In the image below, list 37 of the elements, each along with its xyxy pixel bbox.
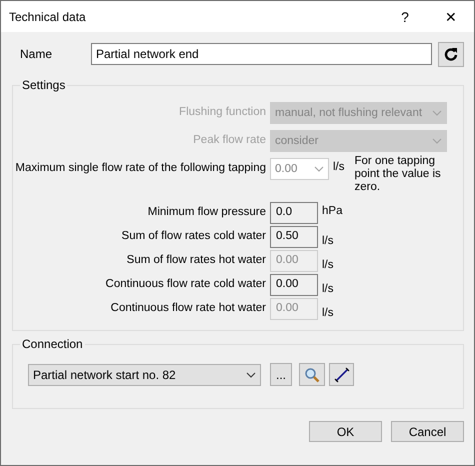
unit-label: l/s bbox=[322, 282, 334, 295]
field-label: Continuous flow rate cold water bbox=[104, 277, 266, 290]
unit-label: l/s bbox=[322, 306, 334, 319]
window-title: Technical data bbox=[9, 10, 87, 24]
unit-label: l/s bbox=[333, 160, 344, 173]
name-label: Name bbox=[19, 47, 54, 61]
chevron-down-icon bbox=[432, 110, 442, 116]
dialog-button[interactable]: Cancel bbox=[391, 421, 464, 442]
value-field[interactable]: 0.00 bbox=[270, 274, 318, 296]
chevron-down-icon bbox=[246, 372, 256, 378]
browse-button[interactable]: ... bbox=[270, 363, 292, 386]
unit-label: l/s bbox=[322, 234, 334, 247]
chevron-down-icon bbox=[314, 166, 324, 172]
close-button[interactable]: ✕ bbox=[428, 1, 474, 32]
help-button[interactable]: ? bbox=[382, 1, 428, 32]
field-label: Continuous flow rate hot water bbox=[110, 301, 266, 314]
field-label: Sum of flow rates cold water bbox=[120, 229, 266, 242]
field-label: Peak flow rate bbox=[192, 133, 266, 146]
refresh-button[interactable] bbox=[438, 42, 464, 66]
field-label: Flushing function bbox=[178, 105, 266, 118]
dialog-button[interactable]: OK bbox=[309, 421, 382, 442]
value-field[interactable]: 0.0 bbox=[270, 202, 318, 224]
connection-title: Connection bbox=[20, 337, 85, 351]
unit-label: hPa bbox=[322, 204, 342, 217]
measure-button[interactable] bbox=[329, 363, 354, 386]
value-field[interactable]: 0.50 bbox=[270, 226, 318, 248]
field-label: Sum of flow rates hot water bbox=[126, 253, 266, 266]
search-icon bbox=[304, 366, 320, 382]
settings-title: Settings bbox=[20, 78, 68, 92]
connection-dropdown[interactable]: Partial network start no. 82 bbox=[28, 364, 261, 386]
note-text: For one tapping point the value is zero. bbox=[354, 155, 442, 194]
chevron-down-icon bbox=[432, 138, 442, 144]
refresh-icon bbox=[444, 47, 458, 61]
field-label: Minimum flow pressure bbox=[146, 205, 266, 218]
unit-label: l/s bbox=[322, 258, 334, 271]
name-field[interactable]: Partial network end bbox=[91, 43, 432, 65]
field-label: Maximum single flow rate of the following tapping bbox=[15, 161, 266, 174]
